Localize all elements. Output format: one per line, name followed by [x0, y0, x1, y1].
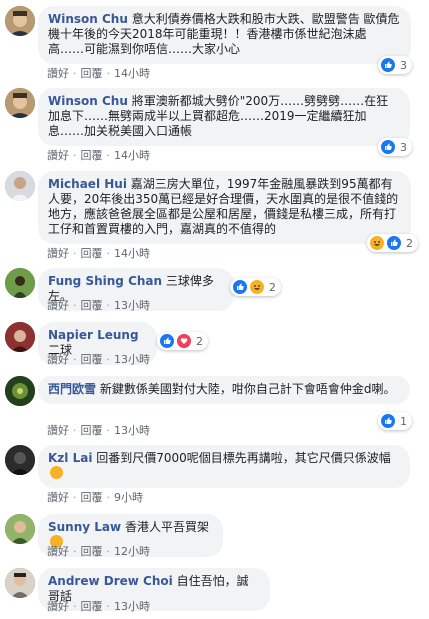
comment-author[interactable]: Winson Chu: [48, 94, 128, 108]
avatar[interactable]: [5, 376, 35, 406]
comment-actions: 讚好 · 回覆 · 14小時: [47, 149, 150, 162]
like-reaction-icon: [232, 279, 248, 295]
reaction-count: 2: [196, 334, 203, 348]
love-reaction-icon: [176, 333, 192, 349]
like-reaction-icon: [380, 413, 396, 429]
comment-author[interactable]: Napier Leung: [48, 328, 139, 342]
comment-actions: 讚好 · 回覆 · 14小時: [47, 247, 150, 260]
reaction-summary[interactable]: 2: [157, 332, 208, 350]
comment-actions: 讚好 · 回覆 · 13小時: [47, 353, 150, 366]
timestamp[interactable]: 13小時: [114, 600, 150, 613]
reaction-count: 1: [400, 414, 407, 428]
avatar-photo-icon: [5, 514, 35, 544]
like-link[interactable]: 讚好: [47, 600, 69, 613]
timestamp[interactable]: 13小時: [114, 424, 150, 437]
comment-bubble: 西門欧雪 新鍵數係美國對付大陸，咁你自己計下會唔會仲金d喇。: [38, 376, 410, 404]
comment-author[interactable]: Andrew Drew Choi: [48, 574, 173, 588]
like-link[interactable]: 讚好: [47, 491, 69, 504]
like-reaction-icon: [380, 139, 396, 155]
reply-link[interactable]: 回覆: [81, 424, 103, 437]
avatar[interactable]: [5, 88, 35, 118]
avatar-photo-icon: [5, 445, 35, 475]
reply-link[interactable]: 回覆: [81, 67, 103, 80]
comment-bubble: Winson Chu 意大利債券價格大跌和股市大跌、歐盟警告 歐債危機十年後的今…: [38, 6, 411, 64]
comment-actions: 讚好 · 回覆 · 9小時: [47, 491, 143, 504]
timestamp[interactable]: 12小時: [114, 545, 150, 558]
comment-feed: Winson Chu 意大利債券價格大跌和股市大跌、歐盟警告 歐債危機十年後的今…: [0, 0, 429, 619]
like-reaction-icon: [159, 333, 175, 349]
comment-bubble: Kzl Lai 回番到尺價7000呢個目標先再講啦，其它尺價只係波幅: [38, 445, 410, 488]
avatar-photo-icon: [5, 568, 35, 598]
reply-link[interactable]: 回覆: [81, 299, 103, 312]
comment-actions: 讚好 · 回覆 · 13小時: [47, 299, 150, 312]
avatar-photo-icon: [5, 268, 35, 298]
comment-actions: 讚好 · 回覆 · 14小時: [47, 67, 150, 80]
comment-actions: 讚好 · 回覆 · 13小時: [47, 600, 150, 613]
like-reaction-icon: [386, 235, 402, 251]
avatar[interactable]: [5, 322, 35, 352]
reply-link[interactable]: 回覆: [81, 545, 103, 558]
like-reaction-icon: [380, 57, 396, 73]
comment-text: 香港人平吾買架: [124, 520, 209, 534]
avatar[interactable]: [5, 6, 35, 36]
comment-text: 新鍵數係美國對付大陸，咁你自己計下會唔會仲金d喇。: [99, 382, 396, 396]
reaction-count: 2: [406, 236, 413, 250]
reply-link[interactable]: 回覆: [81, 491, 103, 504]
haha-reaction-icon: [369, 235, 385, 251]
comment-bubble: Winson Chu 將軍澳新都城大劈价"200万……劈劈劈……在狂加息下……無…: [38, 88, 410, 146]
avatar-photo-icon: [5, 6, 35, 36]
reply-link[interactable]: 回覆: [81, 247, 103, 260]
avatar-photo-icon: [5, 376, 35, 406]
avatar[interactable]: [5, 268, 35, 298]
avatar[interactable]: [5, 514, 35, 544]
like-link[interactable]: 讚好: [47, 299, 69, 312]
avatar[interactable]: [5, 171, 35, 201]
timestamp[interactable]: 9小時: [114, 491, 143, 504]
avatar-photo-icon: [5, 88, 35, 118]
timestamp[interactable]: 14小時: [114, 247, 150, 260]
reaction-summary[interactable]: 3: [378, 56, 412, 74]
reply-link[interactable]: 回覆: [81, 149, 103, 162]
reaction-count: 3: [400, 58, 407, 72]
comment-author[interactable]: Fung Shing Chan: [48, 274, 162, 288]
like-link[interactable]: 讚好: [47, 67, 69, 80]
comment-author[interactable]: Kzl Lai: [48, 451, 92, 465]
like-link[interactable]: 讚好: [47, 353, 69, 366]
comment-author[interactable]: Winson Chu: [48, 12, 128, 26]
reaction-summary[interactable]: 2: [230, 278, 281, 296]
haha-reaction-icon: [249, 279, 265, 295]
timestamp[interactable]: 13小時: [114, 299, 150, 312]
comment-author[interactable]: 西門欧雪: [48, 382, 96, 396]
like-link[interactable]: 讚好: [47, 149, 69, 162]
like-link[interactable]: 讚好: [47, 247, 69, 260]
timestamp[interactable]: 13小時: [114, 353, 150, 366]
reply-link[interactable]: 回覆: [81, 600, 103, 613]
avatar[interactable]: [5, 445, 35, 475]
avatar-photo-icon: [5, 171, 35, 201]
reaction-count: 3: [400, 140, 407, 154]
comment-bubble: Michael Hui 嘉湖三房大單位，1997年金融風暴跌到95萬都有人要，2…: [38, 171, 411, 244]
comment-author[interactable]: Michael Hui: [48, 177, 127, 191]
timestamp[interactable]: 14小時: [114, 67, 150, 80]
like-link[interactable]: 讚好: [47, 424, 69, 437]
reaction-count: 2: [269, 280, 276, 294]
like-link[interactable]: 讚好: [47, 545, 69, 558]
comment-author[interactable]: Sunny Law: [48, 520, 121, 534]
reaction-summary[interactable]: 2: [367, 234, 418, 252]
comment-actions: 讚好 · 回覆 · 12小時: [47, 545, 150, 558]
reaction-summary[interactable]: 1: [378, 412, 412, 430]
timestamp[interactable]: 14小時: [114, 149, 150, 162]
thinking-emoji-icon: [50, 466, 63, 479]
reaction-summary[interactable]: 3: [378, 138, 412, 156]
comment-actions: 讚好 · 回覆 · 13小時: [47, 424, 150, 437]
reply-link[interactable]: 回覆: [81, 353, 103, 366]
comment-text: 回番到尺價7000呢個目標先再講啦，其它尺價只係波幅: [96, 451, 391, 465]
avatar-photo-icon: [5, 322, 35, 352]
avatar[interactable]: [5, 568, 35, 598]
